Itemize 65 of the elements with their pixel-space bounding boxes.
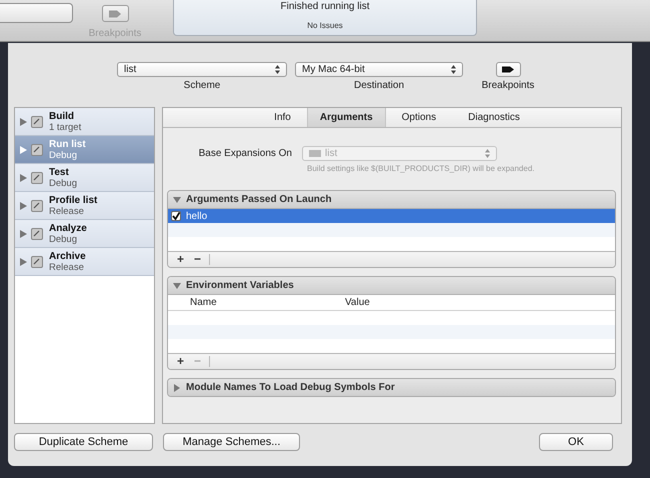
scheme-action-item[interactable]: Test Debug [15,164,154,192]
action-icon [31,256,43,268]
section-title: Arguments Passed On Launch [186,194,332,205]
action-detail: Debug [49,178,77,188]
scheme-action-item[interactable]: Profile list Release [15,192,154,220]
target-icon [309,150,321,157]
argument-row[interactable]: hello [168,209,615,223]
argument-text: hello [186,210,208,222]
tab[interactable]: Options [386,108,452,127]
action-name: Archive [49,250,86,262]
stepper-arrows-icon [485,149,490,158]
stepper-arrows-icon [451,65,456,74]
action-icon [31,200,43,212]
dialog-button[interactable]: Duplicate Scheme [14,433,153,451]
action-name: Profile list [49,194,98,206]
disclosure-triangle-icon [20,174,27,182]
scheme-popup[interactable]: list [117,62,287,77]
search-field[interactable] [0,3,73,23]
action-detail: 1 target [49,122,82,132]
destination-label: Destination [354,80,404,91]
remove-button[interactable]: − [189,253,206,266]
destination-popup[interactable]: My Mac 64-bit [295,62,463,77]
disclosure-triangle-icon [20,202,27,210]
column-header: Name [189,297,218,308]
hint-text: Build settings like $(BUILT_PRODUCTS_DIR) will be expanded. [307,164,536,173]
action-icon [31,144,43,156]
action-name: Run list [49,138,86,150]
add-button[interactable]: + [172,355,190,368]
action-detail: Release [49,262,85,272]
action-icon [31,116,43,128]
action-detail: Debug [49,234,78,244]
tab[interactable]: Arguments [306,108,386,127]
disclosure-triangle-icon [20,118,27,126]
action-icon [31,228,43,240]
scheme-action-item[interactable]: Build 1 target [15,108,154,136]
action-detail: Debug [49,150,78,160]
scheme-action-item[interactable]: Analyze Debug [15,220,154,248]
status-title: Finished running list [280,1,370,12]
breakpoint-icon [108,10,122,18]
section-title: Module Names To Load Debug Symbols For [186,382,395,393]
breakpoints-button[interactable] [496,62,520,77]
tab[interactable]: Diagnostics [452,108,536,127]
action-icon [31,172,43,184]
dialog-button[interactable]: OK [539,433,613,451]
disclosure-triangle-icon [20,146,27,154]
breakpoint-icon [501,66,515,73]
checkbox[interactable] [171,211,181,221]
action-name: Test [49,166,70,178]
scheme-label: Scheme [184,80,220,91]
field-label: Base Expansions On [198,148,292,159]
breakpoints-label: Breakpoints [482,80,534,91]
scheme-action-item[interactable]: Archive Release [15,248,154,276]
action-name: Analyze [49,222,87,234]
action-detail: Release [49,206,85,216]
disclosure-triangle-icon [20,258,27,266]
issues-status: No Issues [307,21,343,30]
checkmark-icon [172,212,180,220]
add-button[interactable]: + [172,253,190,266]
section-title: Environment Variables [186,280,294,291]
stepper-arrows-icon [275,65,280,74]
dialog-button[interactable]: Manage Schemes... [163,433,300,451]
action-name: Build [49,110,75,122]
disclosure-triangle-icon [20,230,27,238]
column-header: Value [345,297,370,308]
tab[interactable]: Info [258,108,307,127]
